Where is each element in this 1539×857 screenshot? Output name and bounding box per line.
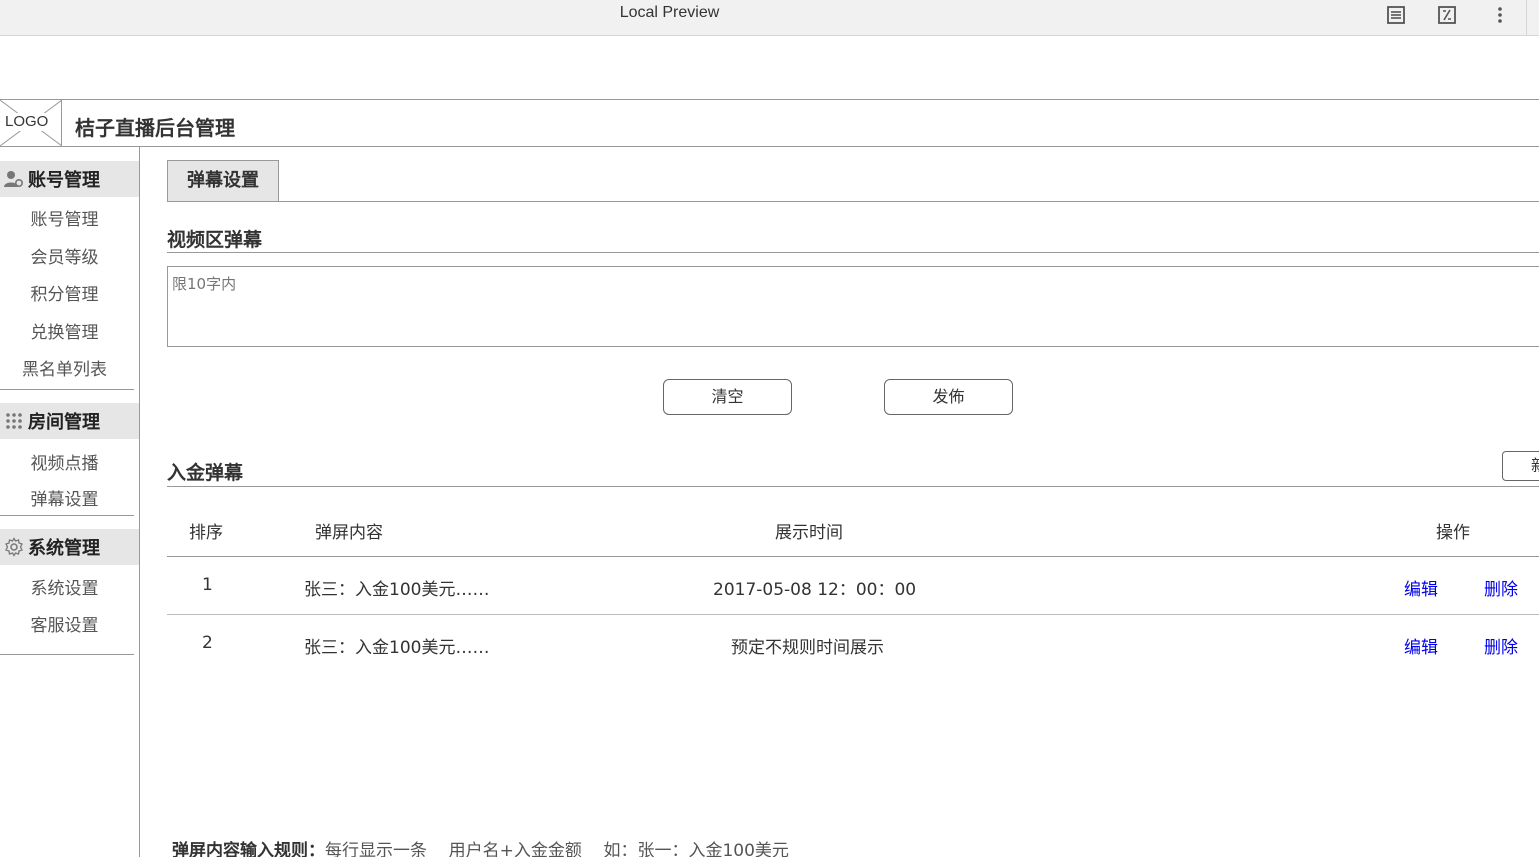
- input-rule-note: 弹屏内容输入规则：每行显示一条 用户名+入金金额 如：张一：入金100美元: [172, 836, 789, 857]
- row-time: 2017-05-08 12：00：00: [713, 580, 917, 600]
- section-divider: [167, 252, 1539, 253]
- edit-link[interactable]: 编辑: [1404, 633, 1438, 658]
- user-gear-icon: [4, 170, 24, 188]
- tab-underline: [167, 201, 1539, 202]
- section-divider: [167, 486, 1539, 487]
- column-header-actions: 操作: [1436, 523, 1470, 543]
- row-content: 张三：入金100美元……: [304, 638, 490, 658]
- row-divider: [167, 614, 1539, 615]
- sidebar-item-danmaku-settings[interactable]: 弹幕设置: [0, 485, 129, 510]
- sidebar-group-account[interactable]: 账号管理: [0, 161, 139, 197]
- row-order: 1: [202, 575, 213, 595]
- tab-danmaku-settings[interactable]: 弹幕设置: [167, 160, 279, 202]
- sidebar-item-member-level[interactable]: 会员等级: [0, 243, 129, 268]
- toolbar-divider: [1526, 0, 1527, 36]
- sidebar-divider: [0, 654, 134, 655]
- row-content: 张三：入金100美元……: [304, 580, 490, 600]
- sidebar-item-points[interactable]: 积分管理: [0, 280, 129, 305]
- video-section-title: 视频区弹幕: [167, 229, 263, 251]
- grid-icon: [4, 412, 24, 430]
- extension-icon[interactable]: [1435, 3, 1459, 27]
- sidebar-group-room[interactable]: 房间管理: [0, 403, 139, 439]
- sidebar-group-label: 系统管理: [28, 538, 100, 559]
- sidebar-item-vod[interactable]: 视频点播: [0, 449, 129, 474]
- sidebar-group-label: 房间管理: [28, 412, 100, 433]
- sidebar-item-account[interactable]: 账号管理: [0, 205, 129, 230]
- logo: LOGO: [0, 100, 62, 146]
- sidebar-item-service-settings[interactable]: 客服设置: [0, 611, 129, 636]
- more-menu-icon[interactable]: [1488, 3, 1512, 27]
- column-header-content: 弹屏内容: [315, 523, 383, 543]
- delete-link[interactable]: 删除: [1484, 633, 1518, 658]
- sidebar-divider: [0, 389, 134, 390]
- sidebar-item-blacklist[interactable]: 黑名单列表: [0, 355, 129, 380]
- row-time: 预定不规则时间展示: [731, 638, 884, 658]
- edit-link[interactable]: 编辑: [1404, 575, 1438, 600]
- app-title: 桔子直播后台管理: [75, 116, 235, 140]
- add-button[interactable]: 新: [1502, 451, 1539, 481]
- sidebar-group-label: 账号管理: [28, 170, 100, 191]
- danmaku-input[interactable]: [167, 266, 1539, 347]
- browser-toolbar: Local Preview: [0, 0, 1539, 36]
- delete-link[interactable]: 删除: [1484, 575, 1518, 600]
- table-header-divider: [167, 556, 1539, 557]
- sidebar-item-system-settings[interactable]: 系统设置: [0, 574, 129, 599]
- publish-button[interactable]: 发佈: [884, 379, 1013, 415]
- sidebar-group-system[interactable]: 系统管理: [0, 529, 139, 565]
- column-header-order: 排序: [189, 523, 223, 543]
- deposit-section-title: 入金弹幕: [167, 462, 244, 484]
- column-header-time: 展示时间: [775, 523, 843, 543]
- sidebar-divider: [0, 515, 134, 516]
- app-header: LOGO 桔子直播后台管理: [0, 99, 1539, 147]
- logo-text: LOGO: [4, 113, 50, 131]
- row-order: 2: [202, 633, 213, 653]
- input-rule-label: 弹屏内容输入规则：: [172, 841, 325, 857]
- browser-title: Local Preview: [619, 4, 720, 21]
- sidebar-item-exchange[interactable]: 兑换管理: [0, 318, 129, 343]
- gear-icon: [4, 537, 24, 557]
- input-rule-text: 每行显示一条 用户名+入金金额 如：张一：入金100美元: [325, 841, 789, 857]
- sidebar: 账号管理 账号管理 会员等级 积分管理 兑换管理 黑名单列表 房间管理 视频点播…: [0, 147, 140, 857]
- clear-button[interactable]: 清空: [663, 379, 792, 415]
- reader-mode-icon[interactable]: [1384, 3, 1408, 27]
